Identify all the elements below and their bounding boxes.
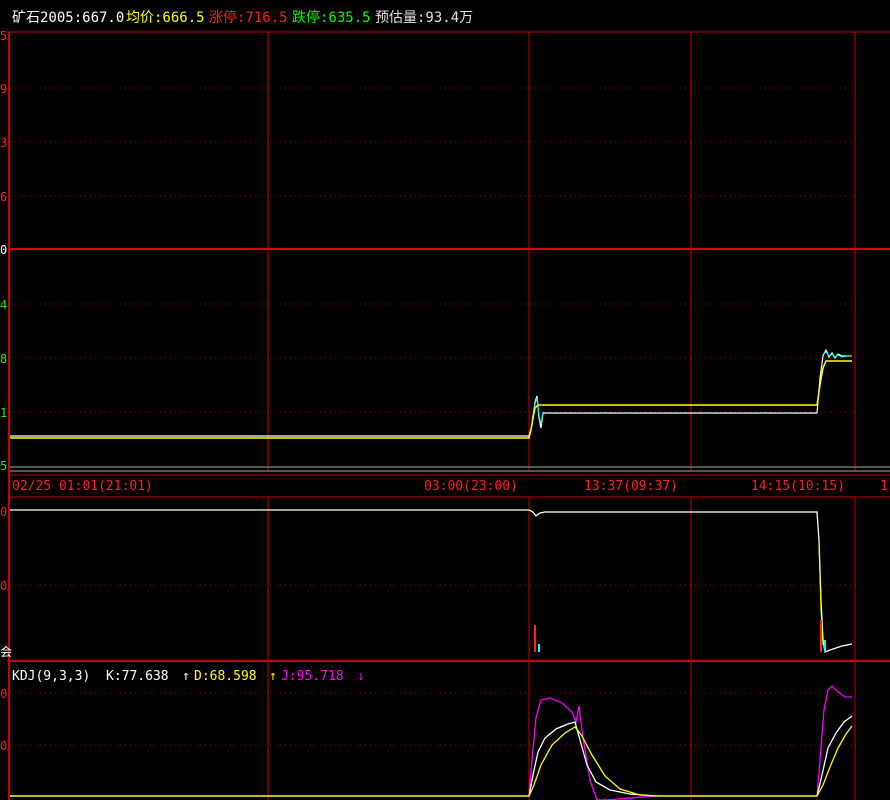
kdj-tick-label: 0: [0, 687, 7, 701]
price-tick-label: 9: [0, 82, 7, 96]
time-label: 14:15(10:15): [751, 479, 845, 494]
price-tick-label: 5: [0, 29, 7, 43]
kdj-label: KDJ(9,3,3): [12, 669, 90, 684]
kdj-d-line: [10, 725, 853, 797]
time-label: 03:00(23:00): [424, 479, 518, 494]
volume-tick-label: 0: [0, 505, 7, 519]
volume-tick-label: 会: [0, 645, 12, 659]
kdj-j-line: [10, 685, 852, 800]
kdj-j-arrow: ↓: [357, 669, 365, 684]
time-label: 1: [880, 479, 888, 494]
price-tick-label: 4: [0, 298, 7, 312]
price-tick-label: 1: [0, 406, 7, 420]
volume-tick-label: 0: [0, 579, 7, 593]
time-label: 02/25 01:01(21:01): [12, 479, 153, 494]
open-interest-line: [10, 509, 853, 653]
kdj-j-value: J:95.718: [281, 669, 344, 684]
average-price-line: [10, 360, 852, 439]
price-tick-label: 0: [0, 243, 7, 257]
price-tick-label: 3: [0, 136, 7, 150]
kdj-tick-label: 0: [0, 739, 7, 753]
intraday-chart[interactable]: 5 9 3 6 0 4 8 1 5 02/25 01:01(21:01) 03:…: [0, 0, 890, 800]
kdj-k-arrow: ↑: [182, 669, 190, 684]
time-label: 13:37(09:37): [584, 479, 678, 494]
price-tick-label: 5: [0, 459, 7, 473]
price-tick-label: 6: [0, 190, 7, 204]
price-tick-label: 8: [0, 352, 7, 366]
kdj-k-line: [10, 715, 853, 797]
price-line: [10, 348, 852, 437]
kdj-k-value: K:77.638: [106, 669, 169, 684]
kdj-d-value: D:68.598: [194, 669, 257, 684]
kdj-d-arrow: ↑: [269, 669, 277, 684]
